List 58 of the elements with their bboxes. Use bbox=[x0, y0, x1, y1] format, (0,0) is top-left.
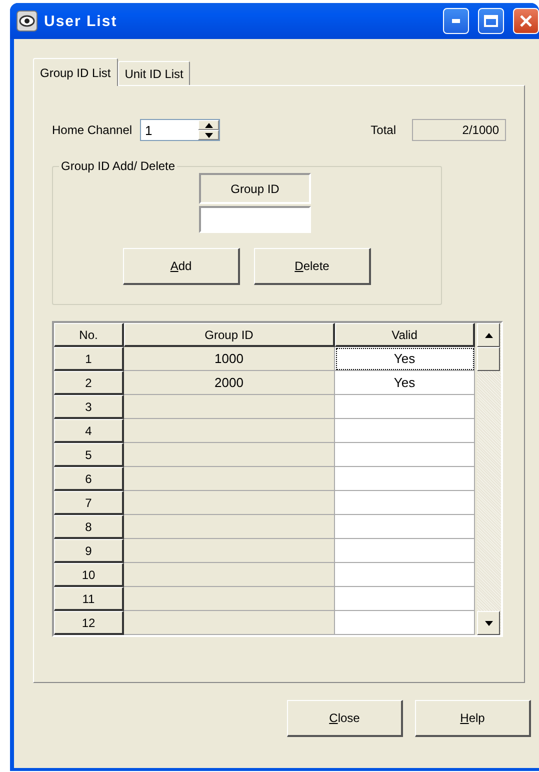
up-arrow-icon bbox=[484, 332, 492, 338]
maximize-icon bbox=[484, 15, 498, 27]
row-header: 12 bbox=[54, 611, 124, 635]
delete-button[interactable]: Delete bbox=[254, 248, 371, 285]
scroll-thumb[interactable] bbox=[477, 347, 500, 371]
minimize-icon bbox=[452, 19, 460, 23]
app-icon bbox=[16, 10, 38, 32]
table-cell: 2000 bbox=[124, 371, 335, 395]
scroll-down-button[interactable] bbox=[477, 611, 500, 635]
group-box-title: Group ID Add/ Delete bbox=[60, 159, 176, 173]
table-cell[interactable] bbox=[335, 515, 475, 539]
column-header: Group ID bbox=[124, 323, 335, 347]
total-value: 2/1000 bbox=[412, 119, 506, 141]
minimize-button[interactable] bbox=[443, 8, 469, 34]
group-id-header: Group ID bbox=[199, 173, 311, 204]
row-header: 3 bbox=[54, 395, 124, 419]
table-cell[interactable] bbox=[335, 491, 475, 515]
maximize-button[interactable] bbox=[478, 8, 504, 34]
row-header: 2 bbox=[54, 371, 124, 395]
close-button[interactable] bbox=[513, 8, 539, 34]
down-arrow-icon bbox=[484, 620, 492, 626]
add-button[interactable]: Add bbox=[123, 248, 240, 285]
help-button[interactable]: Help bbox=[415, 700, 531, 737]
column-header: Valid bbox=[335, 323, 475, 347]
column-header: No. bbox=[54, 323, 124, 347]
row-header: 1 bbox=[54, 347, 124, 371]
table-cell[interactable]: Yes bbox=[335, 347, 475, 371]
table-cell[interactable] bbox=[335, 563, 475, 587]
scrollbar[interactable] bbox=[477, 323, 501, 635]
row-header: 6 bbox=[54, 467, 124, 491]
table-cell[interactable]: Yes bbox=[335, 371, 475, 395]
table-cell[interactable] bbox=[335, 419, 475, 443]
close-button[interactable]: Close bbox=[287, 700, 403, 737]
group-id-input[interactable] bbox=[199, 206, 311, 233]
tab[interactable]: Group ID List bbox=[33, 58, 118, 86]
total-label: Total bbox=[370, 123, 396, 137]
row-header: 7 bbox=[54, 491, 124, 515]
table-cell[interactable] bbox=[335, 587, 475, 611]
window-title: User List bbox=[44, 12, 118, 30]
home-channel-label: Home Channel bbox=[52, 123, 132, 137]
tab[interactable]: Unit ID List bbox=[118, 61, 190, 85]
row-header: 10 bbox=[54, 563, 124, 587]
up-arrow-icon bbox=[204, 122, 213, 128]
close-icon bbox=[520, 15, 532, 27]
table-cell[interactable] bbox=[335, 467, 475, 491]
table-cell: 1000 bbox=[124, 347, 335, 371]
row-header: 11 bbox=[54, 587, 124, 611]
table-cell[interactable] bbox=[335, 395, 475, 419]
row-header: 4 bbox=[54, 419, 124, 443]
scroll-up-button[interactable] bbox=[477, 323, 500, 347]
table-cell[interactable] bbox=[335, 443, 475, 467]
home-channel-spinner[interactable]: 1 bbox=[140, 119, 220, 141]
table-cell[interactable] bbox=[335, 539, 475, 563]
row-header: 9 bbox=[54, 539, 124, 563]
row-header: 5 bbox=[54, 443, 124, 467]
down-arrow-icon bbox=[204, 132, 213, 138]
table-cell[interactable] bbox=[335, 611, 475, 635]
row-header: 8 bbox=[54, 515, 124, 539]
